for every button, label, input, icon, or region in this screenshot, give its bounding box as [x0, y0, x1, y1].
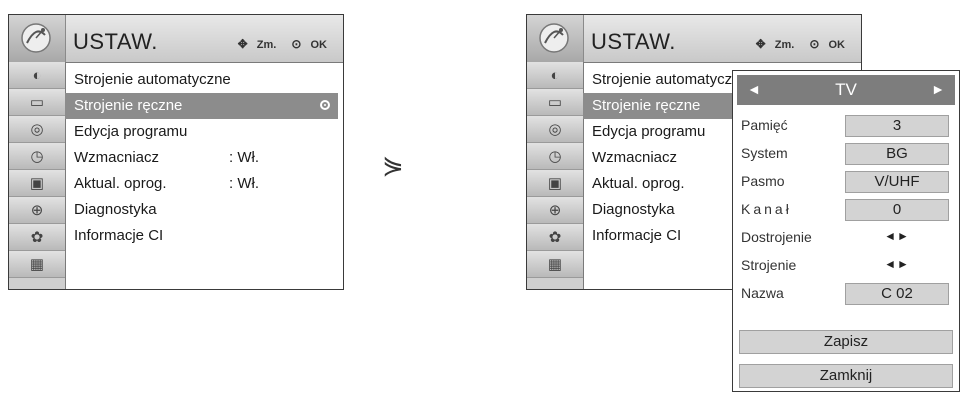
- selected-radio-icon: [320, 100, 330, 110]
- key-hints: ✥ Zm. ⊙ OK: [226, 37, 327, 51]
- satellite-dish-icon: [9, 15, 66, 62]
- lock-icon[interactable]: ⊕: [527, 197, 583, 224]
- band-row[interactable]: Pasmo V/UHF: [739, 169, 953, 195]
- key-hints: ✥ Zm. ⊙ OK: [744, 37, 845, 51]
- time-icon[interactable]: ◷: [527, 143, 583, 170]
- ok-hint: ⊙ OK: [809, 37, 845, 51]
- transition-arrow: ⋟: [382, 150, 404, 180]
- category-sidebar: ◐ ▭ ◎ ◷ ▣ ⊕ ✿ ▦: [9, 62, 66, 289]
- menu-item-manual-tuning[interactable]: Strojenie ręczne: [65, 93, 338, 119]
- option-icon[interactable]: ▣: [527, 170, 583, 197]
- booster-value: : Wł.: [229, 149, 259, 166]
- arrow-right-icon[interactable]: ►: [931, 81, 945, 97]
- menu-item-diagnostics[interactable]: Diagnostyka: [65, 197, 343, 223]
- input-icon[interactable]: ✿: [527, 224, 583, 251]
- menu-item-software-update[interactable]: Aktual. oprog.: Wł.: [65, 171, 343, 197]
- menu-title: USTAW.: [73, 29, 158, 54]
- ok-button-icon: ⊙: [291, 37, 302, 51]
- fine-tune-row[interactable]: Dostrojenie ◄►: [739, 225, 953, 251]
- move-hint: ✥ Zm.: [237, 37, 277, 51]
- lock-icon[interactable]: ⊕: [9, 197, 65, 224]
- software-update-value: : Wł.: [229, 175, 259, 192]
- search-label: Strojenie: [741, 257, 797, 273]
- satellite-dish-icon: [527, 15, 584, 62]
- sound-icon[interactable]: ◎: [9, 116, 65, 143]
- manual-tuning-popup: ◄ TV ► Pamięć 3 System BG Pasmo V/UHF Ka…: [732, 70, 960, 392]
- usb-icon[interactable]: ▦: [527, 251, 583, 278]
- menu-header: USTAW. ✥ Zm. ⊙ OK: [527, 15, 861, 63]
- system-row[interactable]: System BG: [739, 141, 953, 167]
- band-label: Pasmo: [741, 173, 785, 189]
- input-icon[interactable]: ✿: [9, 224, 65, 251]
- dpad-icon: ✥: [237, 37, 248, 51]
- source-selector[interactable]: ◄ TV ►: [737, 75, 955, 105]
- storage-row[interactable]: Pamięć 3: [739, 113, 953, 139]
- system-value[interactable]: BG: [845, 143, 949, 165]
- setup-options-list: Strojenie automatyczne Strojenie ręczne …: [65, 62, 343, 289]
- name-value[interactable]: C 02: [845, 283, 949, 305]
- storage-label: Pamięć: [741, 117, 788, 133]
- ok-button-icon: ⊙: [809, 37, 820, 51]
- band-value[interactable]: V/UHF: [845, 171, 949, 193]
- channel-value[interactable]: 0: [845, 199, 949, 221]
- dpad-icon: ✥: [755, 37, 766, 51]
- category-sidebar: ◐ ▭ ◎ ◷ ▣ ⊕ ✿ ▦: [527, 62, 584, 289]
- menu-item-programme-edit[interactable]: Edycja programu: [65, 119, 343, 145]
- menu-title: USTAW.: [591, 29, 676, 54]
- channel-label: Kanał: [741, 201, 792, 217]
- channel-icon[interactable]: ◐: [527, 62, 583, 89]
- ok-hint: ⊙ OK: [291, 37, 327, 51]
- save-button[interactable]: Zapisz: [739, 330, 953, 354]
- picture-icon[interactable]: ▭: [527, 89, 583, 116]
- menu-header: USTAW. ✥ Zm. ⊙ OK: [9, 15, 343, 63]
- menu-item-booster[interactable]: Wzmacniacz: Wł.: [65, 145, 343, 171]
- option-icon[interactable]: ▣: [9, 170, 65, 197]
- sound-icon[interactable]: ◎: [527, 116, 583, 143]
- channel-icon[interactable]: ◐: [9, 62, 65, 89]
- picture-icon[interactable]: ▭: [9, 89, 65, 116]
- name-row[interactable]: Nazwa C 02: [739, 281, 953, 307]
- menu-item-ci-info[interactable]: Informacje CI: [65, 223, 343, 249]
- search-arrows-icon[interactable]: ◄►: [845, 257, 949, 271]
- setup-menu-panel: USTAW. ✥ Zm. ⊙ OK ◐ ▭ ◎ ◷ ▣ ⊕ ✿ ▦ Stroje…: [8, 14, 344, 290]
- name-label: Nazwa: [741, 285, 784, 301]
- storage-value[interactable]: 3: [845, 115, 949, 137]
- channel-row[interactable]: Kanał 0: [739, 197, 953, 223]
- fine-tune-arrows-icon[interactable]: ◄►: [845, 229, 949, 243]
- system-label: System: [741, 145, 788, 161]
- source-title: TV: [835, 80, 857, 99]
- close-button[interactable]: Zamknij: [739, 364, 953, 388]
- move-hint: ✥ Zm.: [755, 37, 795, 51]
- time-icon[interactable]: ◷: [9, 143, 65, 170]
- usb-icon[interactable]: ▦: [9, 251, 65, 278]
- fine-tune-label: Dostrojenie: [741, 229, 812, 245]
- search-row[interactable]: Strojenie ◄►: [739, 253, 953, 279]
- menu-item-auto-tuning[interactable]: Strojenie automatyczne: [65, 67, 343, 93]
